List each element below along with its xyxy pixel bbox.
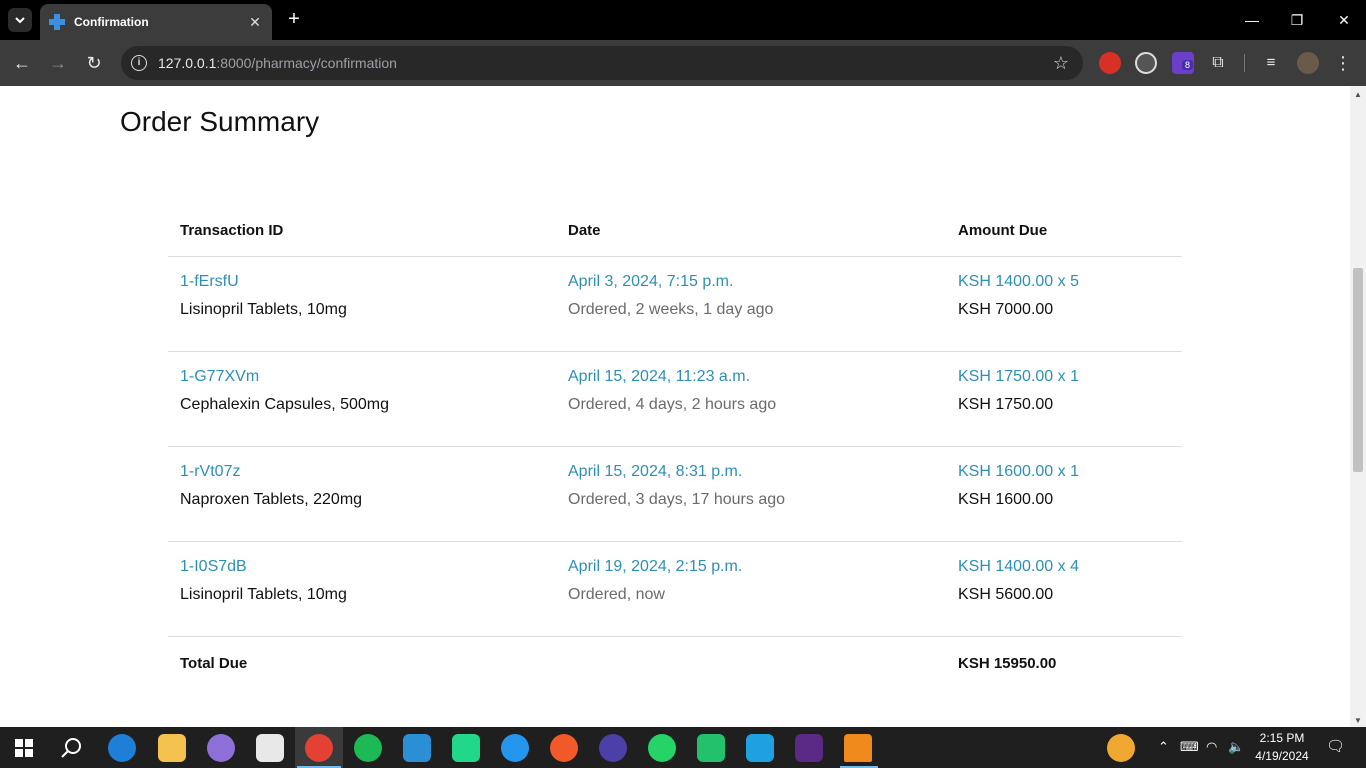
line-amount: KSH 7000.00 bbox=[958, 301, 1054, 318]
table-row: 1-I0S7dB Lisinopril Tablets, 10mg April … bbox=[168, 542, 1182, 637]
app-swirl-icon[interactable] bbox=[207, 734, 235, 762]
order-summary-table: Transaction ID Date Amount Due 1-fErsfU … bbox=[168, 206, 1182, 689]
close-window-icon[interactable]: ✕ bbox=[1330, 8, 1358, 32]
order-date: April 15, 2024, 8:31 p.m. bbox=[568, 463, 743, 480]
unit-price-quantity: KSH 1400.00 x 5 bbox=[958, 273, 1079, 290]
media-queue-icon[interactable]: ≡ bbox=[1259, 51, 1283, 75]
clock-time[interactable]: 2:15 PM bbox=[1252, 731, 1312, 745]
extension-red-icon[interactable] bbox=[1099, 52, 1121, 74]
product-name: Cephalexin Capsules, 500mg bbox=[180, 396, 390, 413]
column-header-amount-due: Amount Due bbox=[958, 222, 1048, 239]
chrome-icon[interactable] bbox=[305, 734, 333, 762]
back-arrow-icon[interactable]: ← bbox=[10, 51, 34, 75]
menu-kebab-icon[interactable]: ⋮ bbox=[1331, 51, 1355, 75]
postman-icon[interactable] bbox=[550, 734, 578, 762]
page-scrollbar[interactable]: ▲ ▼ bbox=[1350, 86, 1366, 727]
profile-avatar[interactable] bbox=[1297, 52, 1319, 74]
transaction-id: 1-G77XVm bbox=[180, 368, 260, 385]
chevron-down-icon bbox=[15, 17, 25, 24]
windows-start-icon[interactable] bbox=[15, 739, 33, 757]
file-explorer-icon[interactable] bbox=[158, 734, 186, 762]
volume-icon[interactable]: 🔈 bbox=[1228, 739, 1244, 755]
table-header-row: Transaction ID Date Amount Due bbox=[168, 206, 1182, 257]
page-content: Order Summary Transaction ID Date Amount… bbox=[0, 86, 1350, 727]
microsoft-store-icon[interactable] bbox=[256, 734, 284, 762]
unit-price-quantity: KSH 1750.00 x 1 bbox=[958, 368, 1079, 385]
total-value: KSH 15950.00 bbox=[958, 655, 1057, 672]
order-age: Ordered, 3 days, 17 hours ago bbox=[568, 491, 786, 508]
column-header-transaction-id: Transaction ID bbox=[180, 222, 284, 239]
docker-icon[interactable] bbox=[501, 734, 529, 762]
browser-toolbar: ← → ↻ i 127.0.0.1:8000/pharmacy/confirma… bbox=[0, 40, 1366, 86]
scrollbar-thumb[interactable] bbox=[1353, 268, 1363, 472]
table-row: 1-fErsfU Lisinopril Tablets, 10mg April … bbox=[168, 257, 1182, 352]
table-row: 1-G77XVm Cephalexin Capsules, 500mg Apri… bbox=[168, 352, 1182, 447]
order-age: Ordered, 4 days, 2 hours ago bbox=[568, 396, 777, 413]
notifications-icon[interactable]: 🗨 bbox=[1326, 737, 1345, 755]
extension-purple-icon[interactable]: 8 bbox=[1172, 52, 1194, 74]
scroll-up-arrow-icon[interactable]: ▲ bbox=[1353, 90, 1363, 99]
line-amount: KSH 1750.00 bbox=[958, 396, 1054, 413]
browser-tab-bar: Confirmation ✕ + — ❐ ✕ bbox=[0, 0, 1366, 40]
tab-search-button[interactable] bbox=[8, 8, 32, 32]
order-date: April 19, 2024, 2:15 p.m. bbox=[568, 558, 743, 575]
unit-price-quantity: KSH 1600.00 x 1 bbox=[958, 463, 1079, 480]
transaction-id: 1-fErsfU bbox=[180, 273, 239, 290]
bookmark-star-icon[interactable]: ☆ bbox=[1053, 53, 1069, 74]
edge-browser-icon[interactable] bbox=[108, 734, 136, 762]
extensions-puzzle-icon[interactable]: ⧉ bbox=[1206, 51, 1230, 75]
app-moon-icon[interactable] bbox=[599, 734, 627, 762]
unit-price-quantity: KSH 1400.00 x 4 bbox=[958, 558, 1079, 575]
extension-gauge-icon[interactable] bbox=[1135, 52, 1157, 74]
chevron-up-icon[interactable]: ⌃ bbox=[1158, 739, 1169, 755]
spotify-icon[interactable] bbox=[354, 734, 382, 762]
product-name: Lisinopril Tablets, 10mg bbox=[180, 586, 347, 603]
wifi-icon[interactable]: ◠ bbox=[1206, 739, 1217, 755]
transaction-id: 1-I0S7dB bbox=[180, 558, 247, 575]
total-row: Total Due KSH 15950.00 bbox=[168, 637, 1182, 689]
line-amount: KSH 5600.00 bbox=[958, 586, 1054, 603]
product-name: Naproxen Tablets, 220mg bbox=[180, 491, 363, 508]
site-info-icon[interactable]: i bbox=[131, 55, 147, 71]
browser-tab[interactable]: Confirmation ✕ bbox=[40, 4, 272, 40]
close-tab-icon[interactable]: ✕ bbox=[246, 14, 264, 31]
order-date: April 3, 2024, 7:15 p.m. bbox=[568, 273, 734, 290]
pycharm-icon[interactable] bbox=[452, 734, 480, 762]
total-label: Total Due bbox=[180, 655, 248, 672]
product-name: Lisinopril Tablets, 10mg bbox=[180, 301, 347, 318]
url-host: 127.0.0.1 bbox=[158, 55, 217, 71]
column-header-date: Date bbox=[568, 222, 601, 239]
whatsapp-icon[interactable] bbox=[648, 734, 676, 762]
order-age: Ordered, now bbox=[568, 586, 665, 603]
toolbar-divider bbox=[1244, 54, 1245, 72]
address-bar[interactable]: i 127.0.0.1:8000/pharmacy/confirmation ☆ bbox=[121, 46, 1083, 80]
app-green-clock-icon[interactable] bbox=[697, 734, 725, 762]
url-path: :8000/pharmacy/confirmation bbox=[216, 55, 397, 71]
restore-icon[interactable]: ❐ bbox=[1283, 8, 1311, 32]
vscode-icon[interactable] bbox=[403, 734, 431, 762]
forward-arrow-icon[interactable]: → bbox=[46, 51, 70, 75]
new-tab-button[interactable]: + bbox=[282, 8, 306, 32]
pharmacy-cross-icon bbox=[49, 14, 65, 30]
line-amount: KSH 1600.00 bbox=[958, 491, 1054, 508]
tab-title: Confirmation bbox=[74, 15, 149, 29]
order-date: April 15, 2024, 11:23 a.m. bbox=[568, 368, 751, 385]
scroll-down-arrow-icon[interactable]: ▼ bbox=[1353, 716, 1363, 725]
media-player-icon[interactable] bbox=[795, 734, 823, 762]
minimize-icon[interactable]: — bbox=[1238, 8, 1266, 32]
order-age: Ordered, 2 weeks, 1 day ago bbox=[568, 301, 774, 318]
search-icon[interactable] bbox=[60, 736, 84, 760]
vlc-icon[interactable] bbox=[844, 734, 872, 762]
weather-icon[interactable] bbox=[1107, 734, 1135, 762]
app-camera-icon[interactable] bbox=[746, 734, 774, 762]
table-row: 1-rVt07z Naproxen Tablets, 220mg April 1… bbox=[168, 447, 1182, 542]
transaction-id: 1-rVt07z bbox=[180, 463, 241, 480]
windows-taskbar: ⌃ ⌨ ◠ 🔈 2:15 PM 4/19/2024 🗨 bbox=[0, 727, 1366, 768]
extension-badge: 8 bbox=[1182, 60, 1194, 70]
url-text[interactable]: 127.0.0.1:8000/pharmacy/confirmation bbox=[158, 55, 397, 71]
page-title: Order Summary bbox=[120, 106, 320, 137]
language-icon[interactable]: ⌨ bbox=[1180, 739, 1199, 755]
reload-icon[interactable]: ↻ bbox=[82, 51, 106, 75]
clock-date[interactable]: 4/19/2024 bbox=[1252, 749, 1312, 763]
